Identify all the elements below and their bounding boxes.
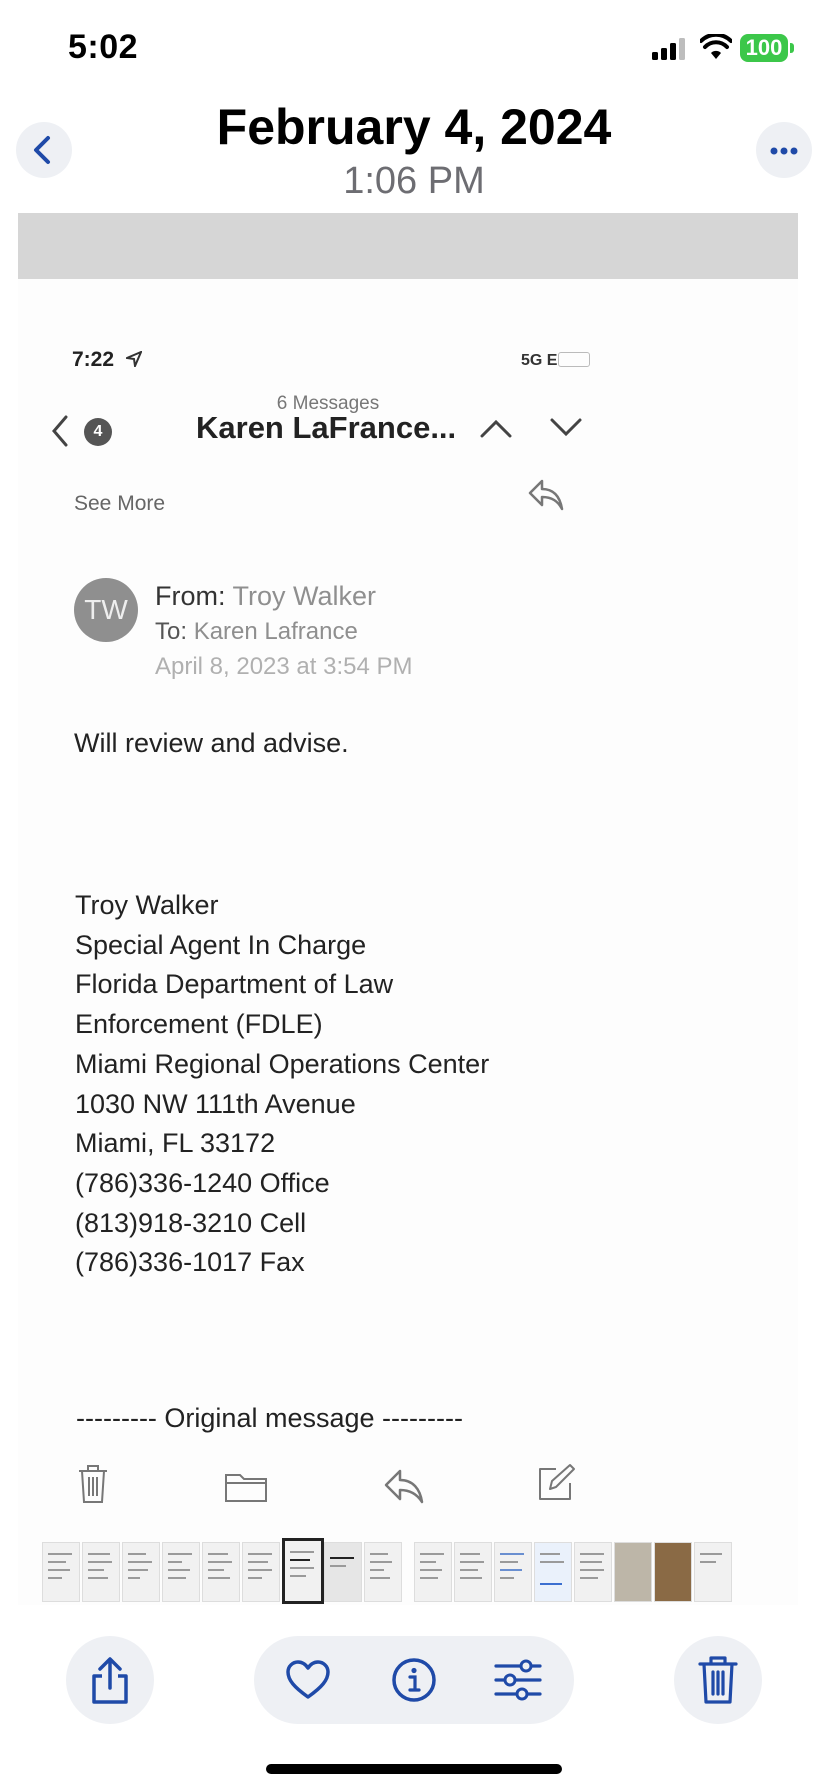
signature-line: Enforcement (FDLE) [75,1009,323,1040]
see-more-link: See More [74,492,166,515]
chevron-down-icon [550,418,582,437]
thumbnail[interactable] [574,1542,612,1602]
to-line: To: Karen Lafrance [155,618,358,646]
thumbnail[interactable] [202,1542,240,1602]
thumbnail[interactable] [654,1542,692,1602]
to-label: To: [155,618,188,645]
photo-viewer[interactable]: 7:22 5G E 6 Messages 4 Karen LaFrance...… [18,213,798,1605]
inner-folder-icon [225,1474,267,1502]
inner-trash-icon [79,1465,107,1503]
thumbnail[interactable] [242,1542,280,1602]
home-indicator[interactable] [266,1764,562,1774]
status-time: 5:02 [68,28,139,66]
thumbnail[interactable] [614,1542,652,1602]
battery-tip [790,43,794,53]
to-name: Karen Lafrance [193,618,358,645]
thumbnail-strip[interactable] [18,1538,810,1604]
ellipsis-icon [770,147,798,155]
thumbnail-selected[interactable] [282,1538,324,1604]
from-line: From: Troy Walker [155,581,376,612]
reply-icon [528,479,564,511]
thumbnail[interactable] [534,1542,572,1602]
inner-battery-icon [558,352,590,367]
thumbnail[interactable] [694,1542,732,1602]
inner-status-time: 7:22 [72,348,115,371]
share-icon [92,1657,128,1704]
thumbnail[interactable] [42,1542,80,1602]
unread-badge: 4 [84,418,112,446]
email-signature: Troy Walker Special Agent In Charge Flor… [75,886,489,1283]
from-name: Troy Walker [232,581,377,611]
photo-top-band [18,213,798,279]
share-button[interactable] [66,1636,154,1724]
more-button[interactable] [756,122,812,178]
signature-line: (786)336-1240 Office [75,1167,330,1198]
from-label: From: [155,581,226,611]
inner-reply-icon [384,1469,424,1504]
info-icon[interactable] [390,1656,438,1704]
battery-level: 100 [740,34,788,62]
thumbnail[interactable] [414,1542,452,1602]
thumbnail[interactable] [82,1542,120,1602]
thumbnail[interactable] [364,1542,402,1602]
photo-time: 1:06 PM [343,160,485,202]
original-message-divider: --------- Original message --------- [76,1403,463,1433]
thumbnail[interactable] [454,1542,492,1602]
heart-icon[interactable] [284,1656,332,1704]
sliders-icon[interactable] [492,1656,544,1704]
thumbnail[interactable] [494,1542,532,1602]
signature-line: (786)336-1017 Fax [75,1247,305,1278]
chevron-up-icon [480,419,512,438]
trash-icon [698,1656,738,1704]
wifi-icon [700,34,732,59]
signature-line: (813)918-3210 Cell [75,1207,307,1238]
inner-back-chevron-icon [52,415,68,447]
inner-network: 5G E [521,352,558,369]
signature-line: 1030 NW 111th Avenue [75,1088,356,1119]
photo-date: February 4, 2024 [216,99,612,155]
email-body-first-line: Will review and advise. [74,728,349,758]
location-arrow-icon [126,351,142,367]
sender-avatar: TW [74,578,138,642]
inner-compose-icon [539,1464,575,1500]
sent-date: April 8, 2023 at 3:54 PM [155,653,413,680]
thumbnail[interactable] [162,1542,200,1602]
delete-button[interactable] [674,1636,762,1724]
signature-line: Special Agent In Charge [75,929,367,960]
cellular-signal-icon [652,38,685,60]
thread-title: Karen LaFrance... [196,410,457,445]
signature-line: Miami Regional Operations Center [75,1048,490,1079]
thumbnail[interactable] [122,1542,160,1602]
signature-line: Florida Department of Law [75,969,394,1000]
signature-line: Troy Walker [75,890,219,920]
photo-actions-group [254,1636,574,1724]
signature-line: Miami, FL 33172 [75,1128,276,1159]
thumbnail[interactable] [324,1542,362,1602]
